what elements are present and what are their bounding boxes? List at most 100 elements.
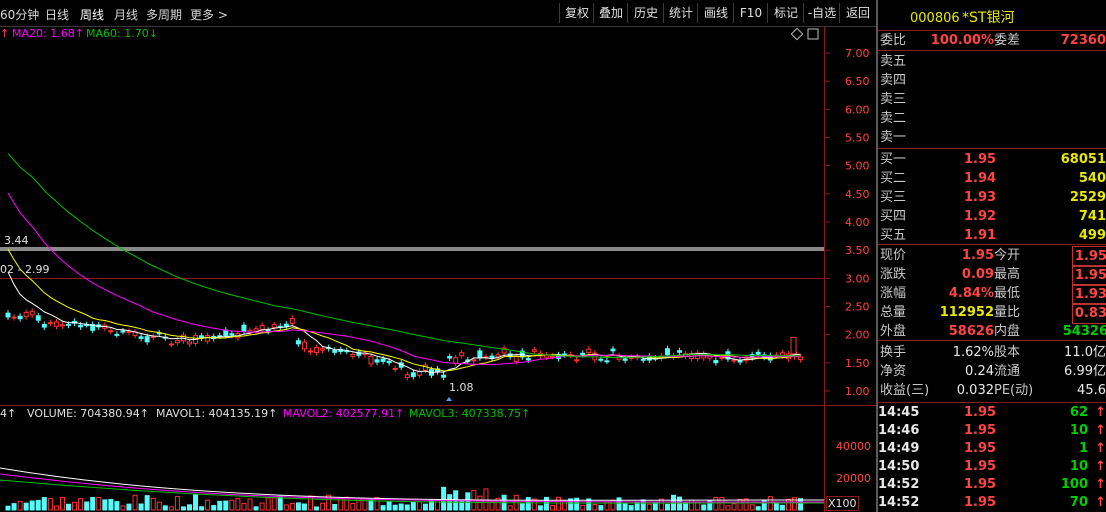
candle [622,358,628,361]
tick-time: 14:52 [878,477,920,492]
add-watchlist-button[interactable]: -自选 [803,3,840,23]
volume-bar [398,503,404,511]
chart-options-icon[interactable] [790,27,819,41]
volume-bar [779,504,785,511]
draw-line-button[interactable]: 画线 [697,3,734,23]
candle [610,348,616,352]
candle [332,349,338,353]
bid-row: 买一 1.95 68051 [878,150,1106,169]
candle [301,341,307,350]
candle [29,310,35,316]
stat-row: 净资 0.24 流通 6.99亿 [878,362,1106,381]
candle [114,333,120,336]
volume-bar [180,506,186,511]
volume-bar [29,500,35,511]
stock-header: 000806 *ST银河 [878,9,1106,28]
volume-bar [404,504,410,511]
statistics-button[interactable]: 统计 [663,3,698,23]
volume-legend: 4↑ VOLUME: 704380.94↑ MAVOL1: 404135.19↑… [0,407,824,421]
stat-value: 1.95 [961,248,994,263]
ask-row: 卖四 [878,71,1106,90]
volume-bar [519,503,525,511]
volume-bar [144,495,150,511]
volume-bar [283,504,289,511]
stat-label: 外盘 [880,324,907,339]
volume-bar [23,502,29,511]
quote-panel: 000806 *ST银河 委比 100.00% 委差 72360 卖五 卖四 卖三卖… [876,0,1106,512]
stat-label: 涨幅 [880,286,907,301]
ask-label: 卖一 [880,130,907,145]
stat-value: 1.95 [1071,265,1106,286]
price-tick-label: 6.00 [845,103,870,116]
volume-unit: X100 [826,496,859,511]
low-marker-icon [446,397,452,401]
volume-bar [35,499,41,511]
stat-label: 今开 [994,248,1021,263]
stat-value: 0.09 [961,267,994,282]
stat-value: 45.6 [1077,383,1106,398]
stat-value: 4.84% [948,286,994,301]
volume-bar [162,505,168,511]
stat-value: 0.24 [965,364,994,379]
bid-price: 1.94 [964,171,997,186]
restore-rights-button[interactable]: 复权 [559,3,594,23]
stat-value: 112952 [939,305,994,320]
candle [289,317,295,324]
weibi-row: 委比 100.00% 委差 72360 [878,31,1106,50]
volume-bar [628,505,634,511]
tick-row: 14:45 1.95 62 ↑ [878,404,1106,422]
stat-row: 换手 1.62% 股本 11.0亿 [878,343,1106,362]
mark-button[interactable]: 标记 [767,3,804,23]
tick-volume: 62 [1069,405,1088,420]
volume-bar [368,499,374,511]
period-multi[interactable]: 多周期 [146,6,182,23]
volume-bar [187,504,192,511]
volume-bar [132,494,138,511]
period-more[interactable]: 更多 > [190,6,228,23]
tick-arrow: ↑ [1095,441,1106,456]
volume-bar [199,506,205,511]
candle [150,336,156,339]
period-60min[interactable]: 60分钟 [0,6,39,23]
candle [108,330,114,333]
tick-row: 14:52 1.95 100 ↑ [878,476,1106,494]
period-weekly[interactable]: 周线 [80,6,104,23]
stock-name: *ST银河 [962,10,1015,26]
f10-button[interactable]: F10 [733,3,768,23]
candle [47,322,53,325]
stat-label: 现价 [880,248,907,263]
volume-bar [174,496,180,511]
period-daily[interactable]: 日线 [45,6,69,23]
volume-bar [126,503,132,511]
kline-chart[interactable]: 7.00 6.50 6.00 5.50 5.00 4.50 4.00 3.50 3.00 2.50… [0,0,876,512]
volume-bar [78,498,84,511]
volume-bar [229,499,235,511]
bid-label: 买五 [880,228,907,243]
volume-bar [386,501,392,511]
ma20-value: MA20: 1.68↑ [12,27,84,40]
volume-bar [622,502,628,511]
volume-bar [701,504,707,511]
back-button[interactable]: 返回 [839,3,876,23]
candle [205,335,211,342]
volume-bar [737,498,743,511]
candle [138,336,144,339]
volume-bar [41,497,47,511]
price-tick-label: 1.50 [845,357,870,370]
stat-label: PE(动) [994,383,1034,398]
tick-row: 14:49 1.95 1 ↑ [878,440,1106,458]
history-button[interactable]: 历史 [627,3,664,23]
volume-bar [47,498,53,511]
price-tick-label: 3.50 [845,244,870,257]
stat-label: 最高 [994,267,1021,282]
price-tick-label: 4.00 [845,216,870,229]
period-monthly[interactable]: 月线 [114,6,138,23]
volume-bar [11,503,17,511]
candle [719,357,725,360]
candle [574,359,580,362]
overlay-button[interactable]: 叠加 [593,3,628,23]
candle [314,347,320,353]
candle [441,374,447,378]
volume-bar [350,502,356,511]
candle [223,329,229,337]
